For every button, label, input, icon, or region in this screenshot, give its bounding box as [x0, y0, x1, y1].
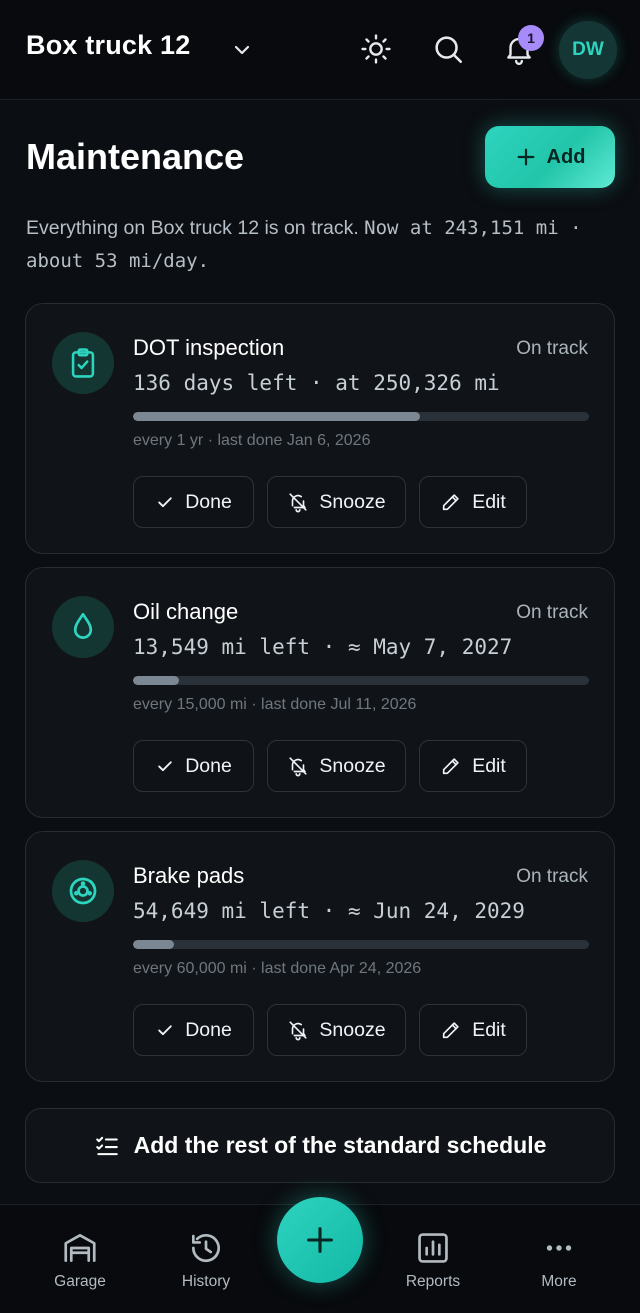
- card-actions: Done Snooze Edit: [133, 740, 527, 792]
- status-summary: Everything on Box truck 12 is on track. …: [26, 212, 626, 278]
- pencil-icon: [440, 491, 462, 513]
- edit-button[interactable]: Edit: [419, 476, 527, 528]
- status-label: On track: [516, 338, 588, 359]
- edit-button[interactable]: Edit: [419, 1004, 527, 1056]
- done-label: Done: [185, 490, 232, 513]
- progress-fill: [133, 940, 175, 949]
- plus-icon: [515, 146, 537, 168]
- snooze-button[interactable]: Snooze: [267, 476, 406, 528]
- nav-garage-label: Garage: [54, 1273, 106, 1290]
- brake-disc-icon: [52, 860, 114, 922]
- pencil-icon: [440, 755, 462, 777]
- done-label: Done: [185, 1018, 232, 1041]
- check-icon: [155, 492, 175, 512]
- nav-garage[interactable]: Garage: [30, 1229, 130, 1291]
- snooze-button[interactable]: Snooze: [267, 740, 406, 792]
- remaining-text: 54,649 mi left · ≈ Jun 24, 2029: [133, 899, 525, 923]
- done-button[interactable]: Done: [133, 740, 254, 792]
- interval-meta: every 60,000 mi · last done Apr 24, 2026: [133, 960, 422, 977]
- user-avatar[interactable]: DW: [559, 21, 617, 79]
- progress-bar: [133, 412, 589, 421]
- top-bar: Box truck 12 1 DW: [0, 0, 640, 100]
- add-fab-button[interactable]: [277, 1197, 363, 1283]
- garage-icon: [61, 1229, 99, 1267]
- bell-off-icon: [287, 1019, 309, 1041]
- interval-meta: every 15,000 mi · last done Jul 11, 2026: [133, 696, 417, 713]
- vehicle-selector-label[interactable]: Box truck 12: [26, 30, 190, 61]
- remaining-text: 13,549 mi left · ≈ May 7, 2027: [133, 635, 513, 659]
- progress-bar: [133, 940, 589, 949]
- bell-off-icon: [287, 491, 309, 513]
- card-actions: Done Snooze Edit: [133, 476, 527, 528]
- snooze-label: Snooze: [319, 1018, 386, 1041]
- done-label: Done: [185, 754, 232, 777]
- interval-meta: every 1 yr · last done Jan 6, 2026: [133, 432, 371, 449]
- snooze-button[interactable]: Snooze: [267, 1004, 406, 1056]
- history-icon: [187, 1229, 225, 1267]
- checklist-icon: [94, 1133, 120, 1159]
- edit-button[interactable]: Edit: [419, 740, 527, 792]
- item-name: DOT inspection: [133, 335, 285, 360]
- pencil-icon: [440, 1019, 462, 1041]
- add-standard-schedule-button[interactable]: Add the rest of the standard schedule: [25, 1108, 615, 1183]
- more-dots-icon: [540, 1229, 578, 1267]
- item-name: Brake pads: [133, 863, 245, 888]
- maintenance-card: Brake pads On track 54,649 mi left · ≈ J…: [25, 831, 615, 1082]
- snooze-label: Snooze: [319, 490, 386, 513]
- progress-fill: [133, 676, 179, 685]
- summary-text: Everything on Box truck 12 is on track.: [26, 217, 359, 239]
- clipboard-check-icon: [52, 332, 114, 394]
- status-label: On track: [516, 866, 588, 887]
- schedule-button-label: Add the rest of the standard schedule: [133, 1132, 547, 1158]
- done-button[interactable]: Done: [133, 476, 254, 528]
- notification-badge: 1: [518, 25, 544, 51]
- card-actions: Done Snooze Edit: [133, 1004, 527, 1056]
- done-button[interactable]: Done: [133, 1004, 254, 1056]
- edit-label: Edit: [472, 1018, 506, 1041]
- droplet-icon: [52, 596, 114, 658]
- check-icon: [155, 756, 175, 776]
- nav-reports-label: Reports: [405, 1273, 461, 1290]
- theme-toggle-sun-icon[interactable]: [359, 32, 393, 66]
- progress-bar: [133, 676, 589, 685]
- nav-reports[interactable]: Reports: [383, 1229, 483, 1291]
- edit-label: Edit: [472, 490, 506, 513]
- maintenance-card: Oil change On track 13,549 mi left · ≈ M…: [25, 567, 615, 818]
- bar-chart-icon: [414, 1229, 452, 1267]
- chevron-down-icon[interactable]: [230, 38, 254, 62]
- check-icon: [155, 1020, 175, 1040]
- snooze-label: Snooze: [319, 754, 386, 777]
- page-title: Maintenance: [26, 136, 245, 177]
- edit-label: Edit: [472, 754, 506, 777]
- search-icon[interactable]: [431, 32, 465, 66]
- item-name: Oil change: [133, 599, 239, 624]
- nav-history[interactable]: History: [156, 1229, 256, 1291]
- maintenance-card: DOT inspection On track 136 days left · …: [25, 303, 615, 554]
- progress-fill: [133, 412, 421, 421]
- nav-more[interactable]: More: [509, 1229, 609, 1291]
- status-label: On track: [516, 602, 588, 623]
- add-button-label: Add: [546, 145, 586, 168]
- add-maintenance-button[interactable]: Add: [485, 126, 615, 188]
- nav-history-label: History: [181, 1273, 231, 1290]
- nav-more-label: More: [541, 1273, 577, 1290]
- bell-off-icon: [287, 755, 309, 777]
- plus-icon: [303, 1223, 337, 1257]
- remaining-text: 136 days left · at 250,326 mi: [133, 371, 500, 395]
